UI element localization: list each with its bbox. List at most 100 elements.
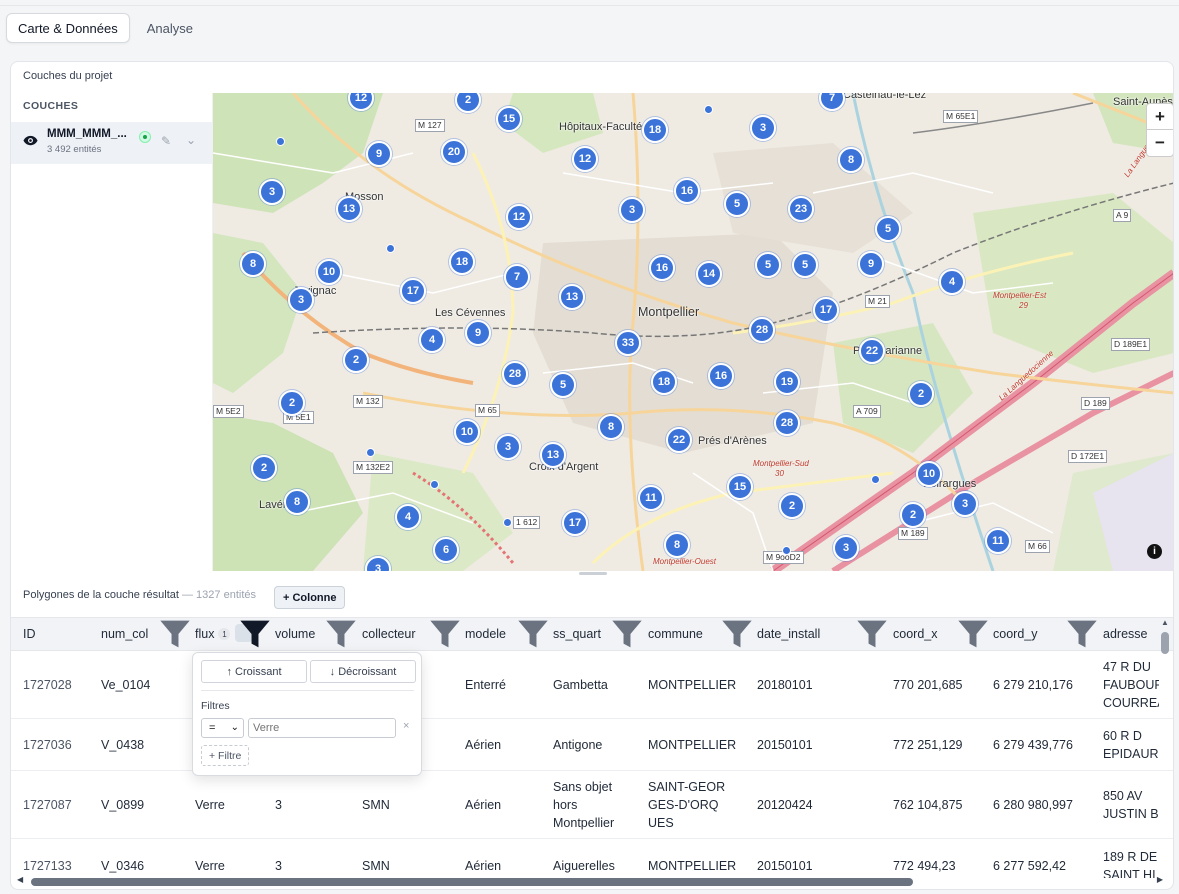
resize-handle[interactable] bbox=[579, 572, 607, 575]
cluster-marker[interactable]: 9 bbox=[858, 251, 884, 277]
cluster-marker[interactable]: 2 bbox=[908, 381, 934, 407]
cluster-marker[interactable]: 14 bbox=[696, 261, 722, 287]
cluster-marker[interactable]: 5 bbox=[792, 252, 818, 278]
point-marker[interactable] bbox=[704, 105, 713, 114]
column-header-collecteur[interactable]: collecteur bbox=[362, 618, 416, 650]
cluster-marker[interactable]: 17 bbox=[400, 278, 426, 304]
cluster-marker[interactable]: 28 bbox=[749, 317, 775, 343]
remove-filter-button[interactable]: × bbox=[403, 720, 409, 732]
filter-icon[interactable] bbox=[611, 618, 643, 650]
cluster-marker[interactable]: 9 bbox=[366, 141, 392, 167]
scroll-thumb[interactable] bbox=[1161, 632, 1169, 654]
add-filter-button[interactable]: + Filtre bbox=[201, 745, 250, 766]
filter-icon[interactable] bbox=[957, 618, 989, 650]
column-header-coord_y[interactable]: coord_y bbox=[993, 618, 1037, 650]
cluster-marker[interactable]: 3 bbox=[259, 179, 285, 205]
cluster-marker[interactable]: 18 bbox=[651, 369, 677, 395]
cluster-marker[interactable]: 2 bbox=[251, 455, 277, 481]
eye-icon[interactable] bbox=[23, 135, 38, 146]
column-header-id[interactable]: ID bbox=[23, 618, 36, 650]
cluster-marker[interactable]: 12 bbox=[572, 146, 598, 172]
cluster-marker[interactable]: 17 bbox=[562, 510, 588, 536]
cluster-marker[interactable]: 3 bbox=[952, 491, 978, 517]
filter-icon[interactable] bbox=[159, 618, 191, 650]
table-row[interactable]: 1727087 V_0899 Verre 3 SMN Aérien Sans o… bbox=[11, 771, 1173, 839]
add-column-button[interactable]: + Colonne bbox=[274, 586, 346, 609]
pencil-icon[interactable]: ✎ bbox=[161, 134, 171, 148]
filter-icon[interactable] bbox=[429, 618, 461, 650]
filter-icon[interactable] bbox=[721, 618, 753, 650]
map-view[interactable]: Montpellier Hôpitaux-Facultés Les Cévenn… bbox=[213, 93, 1173, 571]
column-header-num_col[interactable]: num_col bbox=[101, 618, 148, 650]
column-header-commune[interactable]: commune bbox=[648, 618, 703, 650]
column-header-flux[interactable]: flux 1 bbox=[195, 618, 231, 650]
table-row[interactable]: 1727028 Ve_0104 Enterré Gambetta MONTPEL… bbox=[11, 651, 1173, 719]
cluster-marker[interactable]: 3 bbox=[288, 287, 314, 313]
cluster-marker[interactable]: 13 bbox=[559, 284, 585, 310]
cluster-marker[interactable]: 5 bbox=[875, 216, 901, 242]
cluster-marker[interactable]: 10 bbox=[916, 461, 942, 487]
cluster-marker[interactable]: 19 bbox=[774, 369, 800, 395]
point-marker[interactable] bbox=[276, 137, 285, 146]
cluster-marker[interactable]: 18 bbox=[449, 249, 475, 275]
filter-icon[interactable] bbox=[517, 618, 549, 650]
info-icon[interactable]: i bbox=[1147, 544, 1162, 559]
cluster-marker[interactable]: 3 bbox=[495, 434, 521, 460]
cluster-marker[interactable]: 11 bbox=[638, 485, 664, 511]
cluster-marker[interactable]: 2 bbox=[900, 502, 926, 528]
cluster-marker[interactable]: 8 bbox=[284, 489, 310, 515]
column-header-modele[interactable]: modele bbox=[465, 618, 506, 650]
zoom-in-button[interactable]: + bbox=[1147, 104, 1173, 130]
cluster-marker[interactable]: 15 bbox=[496, 106, 522, 132]
filter-icon[interactable] bbox=[239, 618, 271, 650]
zoom-out-button[interactable]: − bbox=[1147, 130, 1173, 156]
chevron-down-icon[interactable]: ⌄ bbox=[186, 133, 196, 147]
cluster-marker[interactable]: 17 bbox=[813, 297, 839, 323]
cluster-marker[interactable]: 18 bbox=[642, 117, 668, 143]
cluster-marker[interactable]: 22 bbox=[859, 338, 885, 364]
cluster-marker[interactable]: 5 bbox=[755, 252, 781, 278]
cluster-marker[interactable]: 2 bbox=[343, 347, 369, 373]
cluster-marker[interactable]: 7 bbox=[504, 264, 530, 290]
scroll-thumb[interactable] bbox=[31, 878, 913, 886]
cluster-marker[interactable]: 13 bbox=[540, 442, 566, 468]
sort-descending-button[interactable]: ↓ Décroissant bbox=[310, 660, 416, 683]
filter-icon[interactable] bbox=[325, 618, 357, 650]
cluster-marker[interactable]: 23 bbox=[788, 196, 814, 222]
point-marker[interactable] bbox=[503, 518, 512, 527]
filter-icon[interactable] bbox=[1066, 618, 1098, 650]
horizontal-scrollbar[interactable]: ◀ ▶ bbox=[17, 875, 1163, 887]
cluster-marker[interactable]: 15 bbox=[727, 474, 753, 500]
cluster-marker[interactable]: 6 bbox=[433, 537, 459, 563]
table-row[interactable]: 1727036 V_0438 Aérien Antigone MONTPELLI… bbox=[11, 719, 1173, 771]
operator-select[interactable]: = ⌄ bbox=[201, 718, 244, 738]
scroll-left-icon[interactable]: ◀ bbox=[17, 875, 23, 884]
scroll-up-icon[interactable]: ▲ bbox=[1161, 618, 1169, 627]
filter-icon[interactable] bbox=[856, 618, 888, 650]
point-marker[interactable] bbox=[782, 546, 791, 555]
cluster-marker[interactable]: 4 bbox=[939, 269, 965, 295]
cluster-marker[interactable]: 33 bbox=[615, 330, 641, 356]
point-marker[interactable] bbox=[871, 475, 880, 484]
vertical-scrollbar[interactable]: ▲ bbox=[1161, 618, 1169, 878]
cluster-marker[interactable]: 2 bbox=[779, 493, 805, 519]
cluster-marker[interactable]: 8 bbox=[240, 251, 266, 277]
column-header-ss_quart[interactable]: ss_quart bbox=[553, 618, 601, 650]
cluster-marker[interactable]: 10 bbox=[316, 259, 342, 285]
column-header-adresse[interactable]: adresse bbox=[1103, 618, 1147, 650]
cluster-marker[interactable]: 3 bbox=[619, 197, 645, 223]
cluster-marker[interactable]: 28 bbox=[502, 361, 528, 387]
cluster-marker[interactable]: 28 bbox=[774, 410, 800, 436]
point-marker[interactable] bbox=[386, 244, 395, 253]
column-header-date_install[interactable]: date_install bbox=[757, 618, 820, 650]
scroll-right-icon[interactable]: ▶ bbox=[1157, 875, 1163, 884]
cluster-marker[interactable]: 8 bbox=[838, 147, 864, 173]
tab-carte-donnees[interactable]: Carte & Données bbox=[6, 13, 130, 43]
column-header-volume[interactable]: volume bbox=[275, 618, 315, 650]
cluster-marker[interactable]: 5 bbox=[724, 191, 750, 217]
cluster-marker[interactable]: 8 bbox=[664, 532, 690, 558]
cluster-marker[interactable]: 10 bbox=[454, 419, 480, 445]
cluster-marker[interactable]: 11 bbox=[985, 528, 1011, 554]
cluster-marker[interactable]: 13 bbox=[336, 196, 362, 222]
cluster-marker[interactable]: 16 bbox=[674, 178, 700, 204]
